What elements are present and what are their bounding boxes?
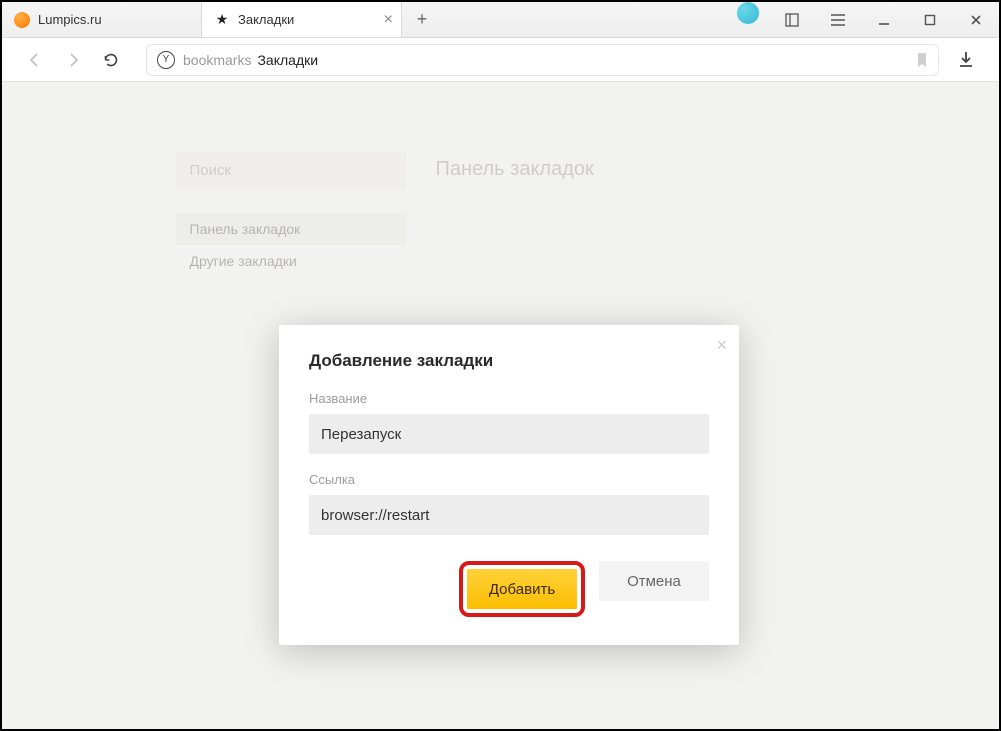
back-button[interactable]: [20, 45, 50, 75]
bookmarks-page: Поиск Панель закладок Другие закладки Па…: [176, 152, 826, 277]
forward-button[interactable]: [58, 45, 88, 75]
title-bar: Lumpics.ru ★ Закладки × +: [2, 2, 999, 38]
sidebar-item-other-bookmarks[interactable]: Другие закладки: [176, 245, 406, 277]
add-button-highlight: Добавить: [459, 561, 585, 617]
bookmarks-search[interactable]: Поиск: [176, 152, 406, 189]
tab-lumpics[interactable]: Lumpics.ru: [2, 2, 202, 37]
menu-icon[interactable]: [815, 2, 861, 38]
dialog-close-icon[interactable]: ×: [716, 335, 727, 356]
tab-bookmarks[interactable]: ★ Закладки ×: [202, 2, 402, 37]
cancel-button[interactable]: Отмена: [599, 561, 709, 601]
star-icon: ★: [214, 12, 230, 28]
viewport: Поиск Панель закладок Другие закладки Па…: [2, 82, 999, 729]
tab-close-icon[interactable]: ×: [384, 11, 393, 29]
url-title: Закладки: [257, 52, 318, 68]
bookmark-name-input[interactable]: [309, 414, 709, 454]
address-bar: Y bookmarks Закладки: [2, 38, 999, 82]
url-box[interactable]: Y bookmarks Закладки: [146, 44, 939, 76]
close-window-button[interactable]: [953, 2, 999, 38]
maximize-button[interactable]: [907, 2, 953, 38]
tab-label: Закладки: [238, 12, 294, 27]
downloads-button[interactable]: [951, 45, 981, 75]
yandex-icon: Y: [157, 51, 175, 69]
new-tab-button[interactable]: +: [402, 2, 442, 37]
reload-button[interactable]: [96, 45, 126, 75]
assistant-icon[interactable]: [737, 2, 759, 24]
sidebar-item-bookmarks-bar[interactable]: Панель закладок: [176, 213, 406, 245]
name-field-label: Название: [309, 391, 709, 406]
bookmarks-heading: Панель закладок: [428, 152, 826, 199]
favicon-orange-icon: [14, 12, 30, 28]
add-button[interactable]: Добавить: [467, 569, 577, 609]
add-bookmark-dialog: × Добавление закладки Название Ссылка До…: [279, 325, 739, 645]
bookmark-ribbon-icon[interactable]: [916, 52, 928, 68]
bookmarks-sidebar: Поиск Панель закладок Другие закладки: [176, 152, 406, 277]
url-field-label: Ссылка: [309, 472, 709, 487]
dialog-title: Добавление закладки: [309, 351, 709, 371]
tab-label: Lumpics.ru: [38, 12, 102, 27]
bookmarks-panel-icon[interactable]: [769, 2, 815, 38]
bookmark-url-input[interactable]: [309, 495, 709, 535]
minimize-button[interactable]: [861, 2, 907, 38]
dialog-actions: Добавить Отмена: [309, 561, 709, 617]
url-prefix: bookmarks: [183, 52, 251, 68]
bookmarks-main: Панель закладок: [428, 152, 826, 277]
